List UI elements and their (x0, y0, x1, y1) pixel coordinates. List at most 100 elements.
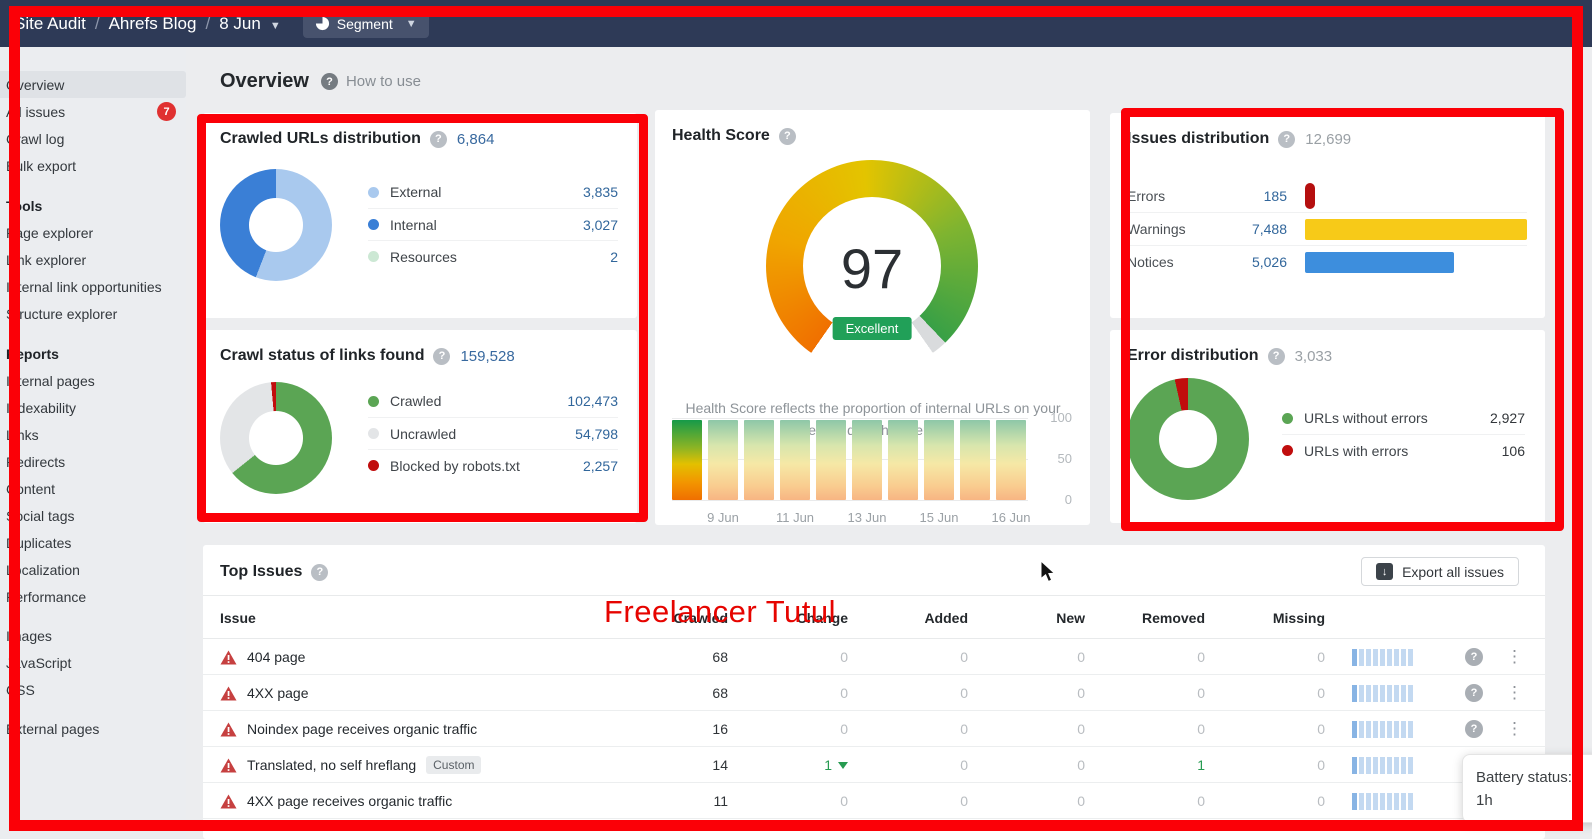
crawl-status-donut-chart[interactable] (220, 382, 332, 494)
issues-bar[interactable] (1305, 252, 1454, 273)
top-issues-header-row: IssueCrawledChangeAddedNewRemovedMissing (203, 595, 1545, 639)
kebab-menu-icon[interactable]: ⋮ (1506, 719, 1523, 739)
history-bar[interactable] (672, 420, 702, 500)
issue-name-cell[interactable]: Translated, no self hreflangCustom (220, 747, 481, 783)
issues-bar[interactable] (1305, 219, 1527, 240)
crawled-cell: 14 (638, 747, 728, 783)
history-axis-label: 0 (1034, 492, 1072, 507)
legend-item-urls-with-errors[interactable]: URLs with errors106 (1282, 434, 1525, 466)
sidebar-item-duplicates[interactable]: Duplicates (0, 529, 186, 556)
sidebar-item-content[interactable]: Content (0, 475, 186, 502)
change-down-icon (838, 762, 848, 769)
history-bar[interactable] (708, 420, 738, 500)
history-bar[interactable] (960, 420, 990, 500)
help-icon[interactable]: ? (430, 131, 447, 148)
breadcrumb-item[interactable]: 8 Jun ▼ (219, 14, 281, 34)
history-bar[interactable] (888, 420, 918, 500)
sidebar-item-bulk-export[interactable]: Bulk export (0, 152, 186, 179)
sidebar-item-performance[interactable]: Performance (0, 583, 186, 610)
legend-item-internal[interactable]: Internal3,027 (368, 208, 618, 240)
issue-sparkline-chart[interactable] (1352, 757, 1413, 774)
issue-name-cell[interactable]: 4XX page (220, 675, 309, 711)
sidebar-item-redirects[interactable]: Redirects (0, 448, 186, 475)
help-icon[interactable]: ? (1465, 648, 1483, 666)
sidebar-item-page-explorer[interactable]: Page explorer (0, 219, 186, 246)
help-icon[interactable]: ? (311, 564, 328, 581)
sidebar-item-all-issues[interactable]: All issues7 (0, 98, 186, 125)
history-bar[interactable] (852, 420, 882, 500)
help-icon[interactable]: ? (1278, 131, 1295, 148)
sidebar-item-external-pages[interactable]: External pages (0, 715, 186, 742)
legend-item-resources[interactable]: Resources2 (368, 240, 618, 272)
sparkline-bar (1380, 757, 1385, 774)
help-icon[interactable]: ? (1268, 348, 1285, 365)
how-to-use-link[interactable]: How to use (346, 73, 421, 90)
sparkline-bar (1352, 793, 1357, 810)
crawl-status-total[interactable]: 159,528 (460, 348, 514, 365)
sidebar-item-crawl-log[interactable]: Crawl log (0, 125, 186, 152)
sidebar-item-structure-explorer[interactable]: Structure explorer (0, 300, 186, 327)
column-header-added[interactable]: Added (878, 596, 968, 640)
sidebar-item-internal-pages[interactable]: Internal pages (0, 367, 186, 394)
history-bar[interactable] (924, 420, 954, 500)
sidebar-item-images[interactable]: Images (0, 622, 186, 649)
column-header-new[interactable]: New (995, 596, 1085, 640)
kebab-menu-icon[interactable]: ⋮ (1506, 647, 1523, 667)
history-bar[interactable] (996, 420, 1026, 500)
sparkline-bar (1387, 649, 1392, 666)
legend-item-urls-without-errors[interactable]: URLs without errors2,927 (1282, 402, 1525, 434)
issue-name-cell[interactable]: Noindex page receives organic traffic (220, 711, 477, 747)
legend-item-blocked-by-robots-txt[interactable]: Blocked by robots.txt2,257 (368, 449, 618, 481)
column-header-missing[interactable]: Missing (1235, 596, 1325, 640)
help-icon[interactable]: ? (433, 348, 450, 365)
legend-item-external[interactable]: External3,835 (368, 176, 618, 208)
issue-sparkline-chart[interactable] (1352, 721, 1413, 738)
sidebar-item-internal-link-opportunities[interactable]: Internal link opportunities (0, 273, 186, 300)
breadcrumb-item[interactable]: Site Audit (14, 14, 86, 34)
sidebar-item-links[interactable]: Links (0, 421, 186, 448)
crawled-urls-total[interactable]: 6,864 (457, 131, 495, 148)
new-cell: 0 (995, 711, 1085, 747)
column-header-issue[interactable]: Issue (220, 596, 256, 640)
history-bar[interactable] (816, 420, 846, 500)
legend-item-uncrawled[interactable]: Uncrawled54,798 (368, 417, 618, 449)
legend-value: 102,473 (567, 393, 618, 409)
segment-button[interactable]: Segment ▼ (303, 10, 429, 38)
sidebar-item-indexability[interactable]: Indexability (0, 394, 186, 421)
legend-item-crawled[interactable]: Crawled102,473 (368, 385, 618, 417)
sidebar-item-localization[interactable]: Localization (0, 556, 186, 583)
history-bar[interactable] (744, 420, 774, 500)
issue-sparkline-chart[interactable] (1352, 649, 1413, 666)
breadcrumb-separator: / (205, 14, 210, 34)
breadcrumb-item[interactable]: Ahrefs Blog (109, 14, 197, 34)
issue-name-cell[interactable]: 4XX page receives organic traffic (220, 783, 452, 819)
crawled-urls-donut-chart[interactable] (220, 169, 332, 281)
issue-sparkline-chart[interactable] (1352, 793, 1413, 810)
error-distribution-donut-chart[interactable] (1127, 378, 1249, 500)
column-header-removed[interactable]: Removed (1115, 596, 1205, 640)
help-icon[interactable]: ? (321, 73, 338, 90)
sidebar-item-javascript[interactable]: JavaScript (0, 649, 186, 676)
issues-bar[interactable] (1305, 183, 1315, 209)
issue-sparkline-chart[interactable] (1352, 685, 1413, 702)
sparkline-bar (1401, 757, 1406, 774)
help-icon[interactable]: ? (1465, 720, 1483, 738)
sidebar-item-social-tags[interactable]: Social tags (0, 502, 186, 529)
export-all-issues-button[interactable]: ↓ Export all issues (1361, 557, 1519, 586)
page-header: Overview ? How to use (220, 70, 421, 93)
sidebar-item-link-explorer[interactable]: Link explorer (0, 246, 186, 273)
legend-value: 106 (1502, 443, 1525, 459)
sidebar-item-css[interactable]: CSS (0, 676, 186, 703)
sparkline-bar (1359, 649, 1364, 666)
history-bar[interactable] (780, 420, 810, 500)
sidebar-item-overview[interactable]: Overview (0, 71, 186, 98)
sparkline-bar (1373, 721, 1378, 738)
kebab-menu-icon[interactable]: ⋮ (1506, 683, 1523, 703)
help-icon[interactable]: ? (1465, 684, 1483, 702)
missing-cell: 0 (1235, 675, 1325, 711)
breadcrumb-separator: / (95, 14, 100, 34)
legend-label: External (390, 184, 441, 200)
issue-name-cell[interactable]: 404 page (220, 639, 305, 675)
missing-cell: 0 (1235, 747, 1325, 783)
help-icon[interactable]: ? (779, 128, 796, 145)
